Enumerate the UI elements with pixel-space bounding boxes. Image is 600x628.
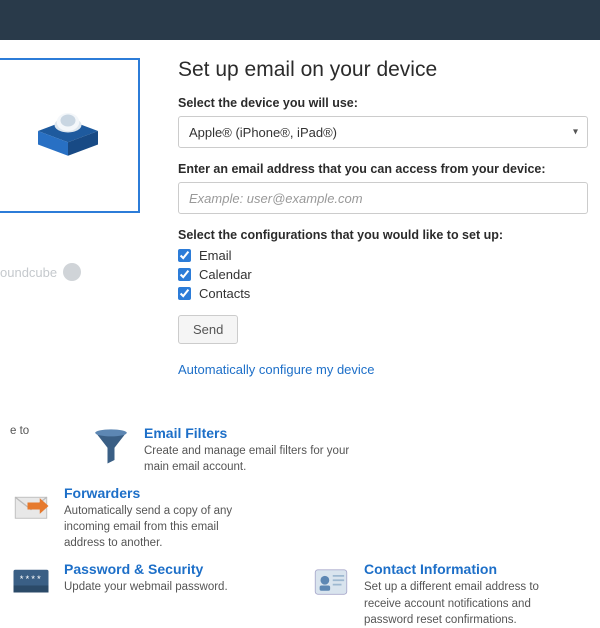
email-address-input[interactable]: [178, 182, 588, 214]
page-title: Set up email on your device: [178, 58, 588, 82]
auto-configure-link[interactable]: Automatically configure my device: [178, 362, 588, 377]
roundcube-brand: oundcube: [0, 263, 140, 281]
feature-password[interactable]: **** Password & Security Update your web…: [10, 561, 280, 627]
feature-title: Password & Security: [64, 561, 228, 577]
address-label: Enter an email address that you can acce…: [178, 162, 588, 176]
password-icon: ****: [10, 561, 52, 603]
feature-desc: Update your webmail password.: [64, 579, 228, 595]
mail-client-icon: [28, 101, 108, 161]
mail-client-card[interactable]: [0, 58, 140, 213]
features-grid: e to Email Filters Create and manage ema…: [0, 377, 600, 628]
roundcube-text: oundcube: [0, 265, 57, 280]
feature-contact-info[interactable]: Contact Information Set up a different e…: [310, 561, 540, 627]
top-bar: [0, 0, 600, 40]
email-checkbox-label: Email: [199, 248, 232, 263]
email-checkbox-row[interactable]: Email: [178, 248, 588, 263]
feature-title: Forwarders: [64, 485, 240, 501]
configs-label: Select the configurations that you would…: [178, 228, 588, 242]
calendar-checkbox-row[interactable]: Calendar: [178, 267, 588, 282]
contacts-checkbox-row[interactable]: Contacts: [178, 286, 588, 301]
feature-forwarders[interactable]: Forwarders Automatically send a copy of …: [10, 485, 240, 551]
svg-text:****: ****: [19, 574, 42, 585]
device-label: Select the device you will use:: [178, 96, 588, 110]
feature-fragment: e to: [10, 425, 60, 475]
device-select[interactable]: Apple® (iPhone®, iPad®): [178, 116, 588, 148]
contacts-checkbox[interactable]: [178, 287, 191, 300]
feature-email-filters[interactable]: Email Filters Create and manage email fi…: [90, 425, 360, 475]
feature-desc: Create and manage email filters for your…: [144, 443, 360, 475]
feature-title: Contact Information: [364, 561, 540, 577]
feature-desc: Automatically send a copy of any incomin…: [64, 503, 240, 551]
contact-card-icon: [310, 561, 352, 603]
feature-desc: Set up a different email address to rece…: [364, 579, 540, 627]
calendar-checkbox-label: Calendar: [199, 267, 252, 282]
setup-panel: Set up email on your device Select the d…: [140, 40, 600, 377]
calendar-checkbox[interactable]: [178, 268, 191, 281]
contacts-checkbox-label: Contacts: [199, 286, 250, 301]
forward-envelope-icon: [10, 485, 52, 527]
send-button[interactable]: Send: [178, 315, 238, 344]
feature-title: Email Filters: [144, 425, 360, 441]
email-checkbox[interactable]: [178, 249, 191, 262]
left-column: oundcube: [0, 40, 140, 377]
funnel-icon: [90, 425, 132, 467]
feature-spacer: [270, 485, 320, 551]
roundcube-logo-icon: [63, 263, 81, 281]
